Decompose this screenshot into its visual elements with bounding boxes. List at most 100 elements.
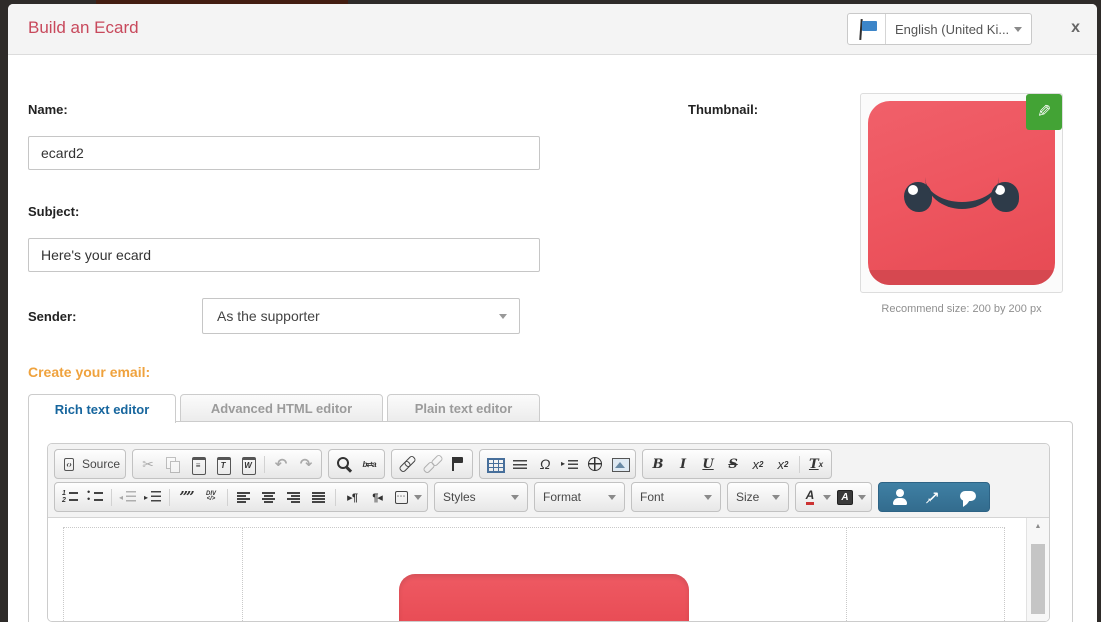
page-break-button[interactable] bbox=[558, 451, 582, 477]
italic-icon: I bbox=[674, 455, 692, 473]
align-justify-button[interactable] bbox=[307, 484, 331, 510]
smile bbox=[925, 171, 999, 209]
modal-header: Build an Ecard English (United Ki... x bbox=[8, 4, 1097, 55]
paste-text-button[interactable] bbox=[211, 451, 235, 477]
remove-format-button[interactable]: Tx bbox=[804, 451, 828, 477]
replace-button[interactable]: b⇄a bbox=[357, 451, 381, 477]
toolbar-group bbox=[391, 449, 473, 479]
link-button[interactable] bbox=[395, 451, 419, 477]
anchor-button[interactable] bbox=[445, 451, 469, 477]
special-char-button[interactable] bbox=[533, 451, 557, 477]
text-color-icon bbox=[801, 488, 819, 506]
toolbar-group: ””DIV</> ▸¶¶◂ bbox=[54, 482, 428, 512]
name-label: Name: bbox=[28, 102, 68, 117]
separator bbox=[799, 456, 800, 473]
format-combo[interactable]: Format bbox=[534, 482, 625, 512]
thumbnail-preview bbox=[860, 93, 1063, 293]
toolbar-group bbox=[795, 482, 872, 512]
toolbar-group: Source bbox=[54, 449, 126, 479]
sender-select[interactable]: As the supporter bbox=[202, 298, 520, 334]
language-select[interactable]: English (United Ki... bbox=[847, 13, 1032, 45]
chevron-down-icon bbox=[499, 314, 507, 319]
table-cell bbox=[63, 527, 243, 621]
strikethrough-button[interactable]: S bbox=[721, 451, 745, 477]
styles-combo-label: Styles bbox=[443, 490, 476, 504]
align-center-icon bbox=[260, 488, 278, 506]
subscript-icon: x2 bbox=[749, 455, 767, 473]
blockquote-button[interactable]: ”” bbox=[174, 484, 198, 510]
find-button[interactable] bbox=[332, 451, 356, 477]
subscript-button[interactable]: x2 bbox=[746, 451, 770, 477]
sender-value: As the supporter bbox=[217, 308, 320, 324]
paste-button[interactable] bbox=[186, 451, 210, 477]
rich-text-editor: Source b⇄a BIUSx2 x2 Tx ””DIV</> ▸¶¶◂ Styles For… bbox=[47, 443, 1050, 622]
subject-input[interactable] bbox=[28, 238, 540, 272]
language-button[interactable] bbox=[390, 484, 424, 510]
indent-button[interactable] bbox=[141, 484, 165, 510]
chevron-down-icon bbox=[858, 495, 866, 500]
tab-rich-text-editor[interactable]: Rich text editor bbox=[28, 394, 176, 423]
edit-thumbnail-button[interactable] bbox=[1026, 94, 1062, 130]
align-left-icon bbox=[235, 488, 253, 506]
iframe-button[interactable] bbox=[583, 451, 607, 477]
italic-button[interactable]: I bbox=[671, 451, 695, 477]
align-center-button[interactable] bbox=[257, 484, 281, 510]
name-input[interactable] bbox=[28, 136, 540, 170]
share-button[interactable] bbox=[922, 484, 946, 510]
modal-title: Build an Ecard bbox=[28, 18, 139, 38]
blockquote-icon: ”” bbox=[177, 488, 195, 506]
horizontal-rule-icon bbox=[511, 455, 529, 473]
bulleted-list-button[interactable] bbox=[83, 484, 107, 510]
horizontal-rule-button[interactable] bbox=[508, 451, 532, 477]
paste-word-button[interactable] bbox=[236, 451, 260, 477]
align-right-button[interactable] bbox=[282, 484, 306, 510]
tab-advanced-html-editor[interactable]: Advanced HTML editor bbox=[180, 394, 383, 422]
size-combo[interactable]: Size bbox=[727, 482, 789, 512]
cut-button bbox=[136, 451, 160, 477]
styles-combo[interactable]: Styles bbox=[434, 482, 528, 512]
chat-button[interactable] bbox=[956, 484, 980, 510]
redo-icon bbox=[297, 455, 315, 473]
div-container-button[interactable]: DIV</> bbox=[199, 484, 223, 510]
separator bbox=[227, 489, 228, 506]
find-icon bbox=[335, 455, 353, 473]
tab-label: Advanced HTML editor bbox=[211, 401, 352, 416]
align-left-button[interactable] bbox=[232, 484, 256, 510]
flag-icon bbox=[848, 14, 886, 44]
image-button[interactable] bbox=[608, 451, 632, 477]
bg-color-button[interactable] bbox=[834, 484, 868, 510]
superscript-button[interactable]: x2 bbox=[771, 451, 795, 477]
editor-scrollbar[interactable] bbox=[1026, 518, 1049, 621]
editor-content-area[interactable] bbox=[48, 518, 1049, 621]
close-button[interactable]: x bbox=[1071, 19, 1080, 37]
bidi-ltr-button[interactable]: ▸¶ bbox=[340, 484, 364, 510]
source-button[interactable]: Source bbox=[58, 451, 122, 477]
font-combo[interactable]: Font bbox=[631, 482, 721, 512]
numbered-list-button[interactable] bbox=[58, 484, 82, 510]
page-break-icon bbox=[561, 455, 579, 473]
scroll-up-arrow-icon[interactable] bbox=[1027, 523, 1049, 530]
language-value: English (United Ki... bbox=[886, 22, 1014, 37]
iframe-icon bbox=[586, 455, 604, 473]
outdent-icon bbox=[119, 488, 137, 506]
chevron-down-icon bbox=[511, 495, 519, 500]
page-backdrop: Build an Ecard English (United Ki... x N… bbox=[0, 0, 1101, 622]
tab-plain-text-editor[interactable]: Plain text editor bbox=[387, 394, 540, 422]
chat-icon bbox=[959, 488, 977, 506]
undo-icon bbox=[272, 455, 290, 473]
bold-button[interactable]: B bbox=[646, 451, 670, 477]
person-button[interactable] bbox=[888, 484, 912, 510]
ecard-image-preview bbox=[399, 574, 689, 621]
sender-label: Sender: bbox=[28, 309, 76, 324]
table-button[interactable] bbox=[483, 451, 507, 477]
underline-button[interactable]: U bbox=[696, 451, 720, 477]
superscript-icon: x2 bbox=[774, 455, 792, 473]
outdent-button bbox=[116, 484, 140, 510]
source-icon bbox=[60, 455, 78, 473]
text-color-button[interactable] bbox=[799, 484, 833, 510]
bidi-rtl-button[interactable]: ¶◂ bbox=[365, 484, 389, 510]
toolbar-group bbox=[878, 482, 990, 512]
bg-color-icon bbox=[836, 488, 854, 506]
scrollbar-thumb[interactable] bbox=[1031, 544, 1045, 614]
source-button-label: Source bbox=[82, 457, 120, 471]
